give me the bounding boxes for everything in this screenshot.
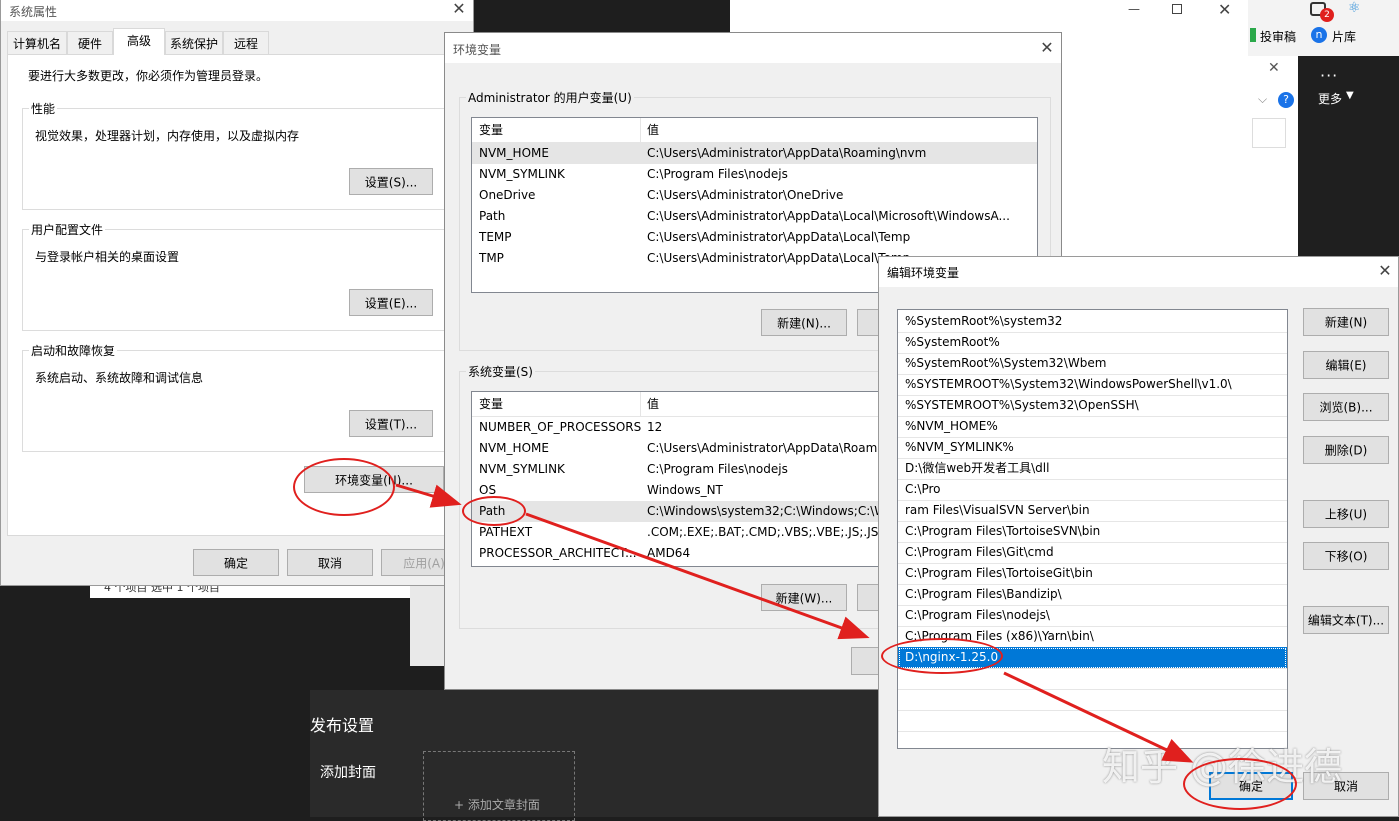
tab-label: 高级 [126, 34, 151, 48]
arrow-to-path [395, 483, 462, 508]
arrow-to-edit-list [525, 512, 870, 640]
annotation-arrows [395, 483, 1194, 763]
tab-advanced[interactable]: 高级 [113, 28, 165, 55]
arrow-to-ok [1003, 671, 1194, 763]
